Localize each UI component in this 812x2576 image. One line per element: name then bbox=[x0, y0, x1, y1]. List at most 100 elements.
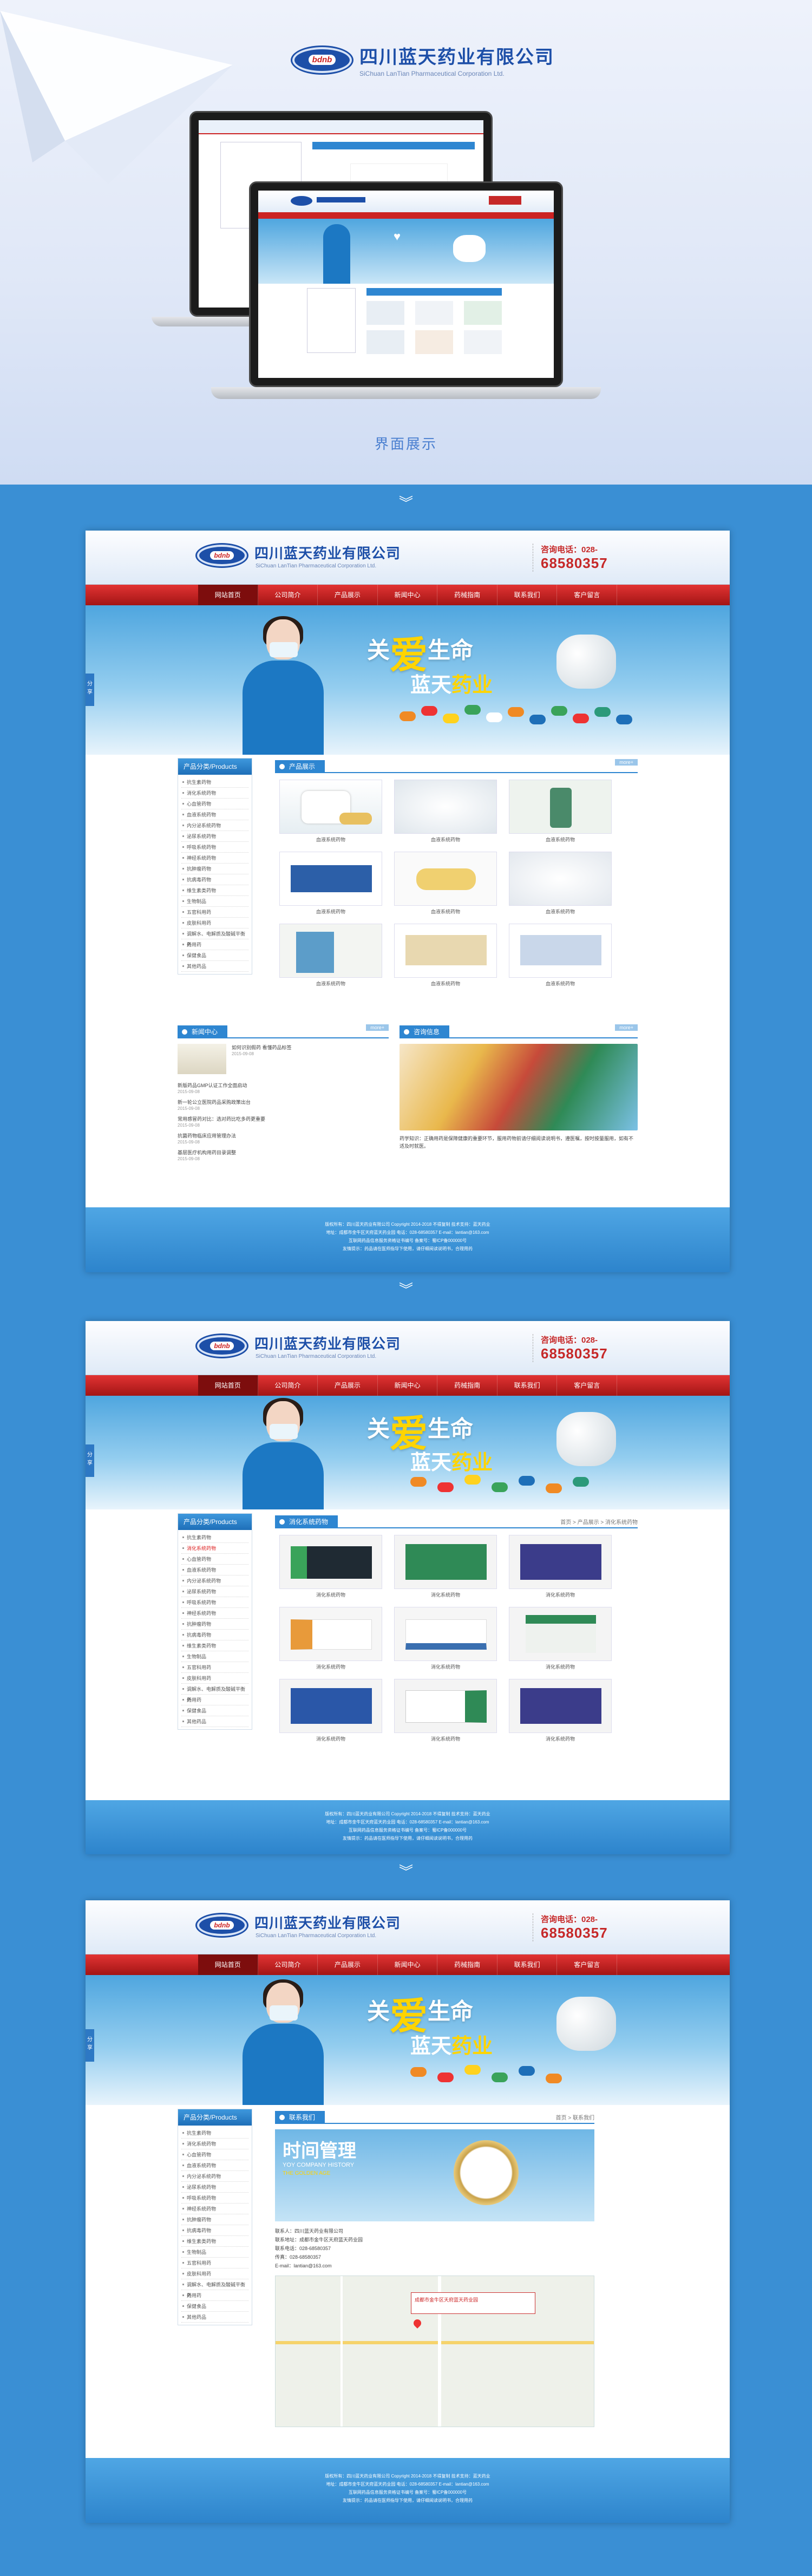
product-card[interactable]: 血液系统药物 bbox=[509, 780, 612, 845]
sidebar-item[interactable]: 抗肿瘤药物 bbox=[181, 2214, 248, 2225]
more-link[interactable]: more+ bbox=[366, 1024, 389, 1031]
news-thumbnail[interactable] bbox=[178, 1044, 226, 1074]
nav-home[interactable]: 网站首页 bbox=[198, 1954, 258, 1975]
sidebar-item[interactable]: 消化系统药物 bbox=[181, 788, 248, 799]
sidebar-item[interactable]: 心血管药物 bbox=[181, 799, 248, 809]
product-card[interactable]: 消化系统药物 bbox=[394, 1535, 497, 1600]
sidebar-item[interactable]: 外用药 bbox=[181, 2290, 248, 2301]
product-card[interactable]: 消化系统药物 bbox=[394, 1679, 497, 1744]
sidebar-item[interactable]: 神经系统药物 bbox=[181, 1608, 248, 1619]
share-tab[interactable]: 分享 bbox=[86, 674, 94, 706]
product-card[interactable]: 消化系统药物 bbox=[279, 1607, 382, 1672]
sidebar-item[interactable]: 皮肤科用药 bbox=[181, 1673, 248, 1684]
more-link[interactable]: more+ bbox=[615, 1024, 638, 1031]
nav-products[interactable]: 产品展示 bbox=[318, 1954, 378, 1975]
nav-guide[interactable]: 药械指南 bbox=[437, 585, 497, 605]
sidebar-item[interactable]: 抗生素药物 bbox=[181, 1532, 248, 1543]
sidebar-item[interactable]: 心血管药物 bbox=[181, 1554, 248, 1565]
product-card[interactable]: 血液系统药物 bbox=[279, 924, 382, 989]
product-card[interactable]: 消化系统药物 bbox=[509, 1535, 612, 1600]
sidebar-item[interactable]: 抗生素药物 bbox=[181, 2128, 248, 2139]
sidebar-item[interactable]: 其他药品 bbox=[181, 961, 248, 972]
sidebar-item[interactable]: 保健食品 bbox=[181, 1705, 248, 1716]
news-headline[interactable]: 新版药品GMP认证工作全面启动 bbox=[178, 1082, 389, 1089]
product-card[interactable]: 消化系统药物 bbox=[279, 1679, 382, 1744]
sidebar-item[interactable]: 呼吸系统药物 bbox=[181, 2193, 248, 2204]
sidebar-item[interactable]: 呼吸系统药物 bbox=[181, 1597, 248, 1608]
sidebar-item[interactable]: 神经系统药物 bbox=[181, 2204, 248, 2214]
sidebar-item[interactable]: 抗病毒药物 bbox=[181, 1630, 248, 1640]
news-headline[interactable]: 抗菌药物临床应用管理办法 bbox=[178, 1132, 389, 1140]
sidebar-item[interactable]: 泌尿系统药物 bbox=[181, 831, 248, 842]
nav-message[interactable]: 客户留言 bbox=[557, 1375, 618, 1396]
product-card[interactable]: 血液系统药物 bbox=[509, 924, 612, 989]
news-headline[interactable]: 常用感冒药对比：选对药比吃多药更重要 bbox=[178, 1115, 389, 1123]
nav-products[interactable]: 产品展示 bbox=[318, 1375, 378, 1396]
sidebar-item[interactable]: 抗肿瘤药物 bbox=[181, 1619, 248, 1630]
nav-message[interactable]: 客户留言 bbox=[557, 585, 618, 605]
sidebar-item[interactable]: 消化系统药物 bbox=[181, 2139, 248, 2149]
nav-news[interactable]: 新闻中心 bbox=[378, 585, 438, 605]
sidebar-item[interactable]: 血液系统药物 bbox=[181, 1565, 248, 1575]
sidebar-item[interactable]: 血液系统药物 bbox=[181, 809, 248, 820]
news-headline[interactable]: 如何识别假药 看懂药品标签 bbox=[232, 1044, 292, 1051]
sidebar-item[interactable]: 调解水、电解质及酸碱平衡药 bbox=[181, 1684, 248, 1703]
sidebar-item[interactable]: 五官科用药 bbox=[181, 907, 248, 918]
sidebar-item[interactable]: 保健食品 bbox=[181, 950, 248, 961]
sidebar-item[interactable]: 皮肤科用药 bbox=[181, 918, 248, 929]
sidebar-item[interactable]: 其他药品 bbox=[181, 2312, 248, 2323]
nav-contact[interactable]: 联系我们 bbox=[497, 1954, 558, 1975]
sidebar-item[interactable]: 抗病毒药物 bbox=[181, 874, 248, 885]
sidebar-item[interactable]: 维生素类药物 bbox=[181, 1640, 248, 1651]
product-card[interactable]: 消化系统药物 bbox=[509, 1679, 612, 1744]
nav-news[interactable]: 新闻中心 bbox=[378, 1954, 438, 1975]
nav-guide[interactable]: 药械指南 bbox=[437, 1375, 497, 1396]
sidebar-item[interactable]: 皮肤科用药 bbox=[181, 2268, 248, 2279]
share-tab[interactable]: 分享 bbox=[86, 2029, 94, 2062]
product-card[interactable]: 消化系统药物 bbox=[279, 1535, 382, 1600]
nav-home[interactable]: 网站首页 bbox=[198, 1375, 258, 1396]
sidebar-item[interactable]: 外用药 bbox=[181, 1695, 248, 1705]
sidebar-item[interactable]: 调解水、电解质及酸碱平衡药 bbox=[181, 2279, 248, 2298]
nav-about[interactable]: 公司简介 bbox=[258, 1954, 318, 1975]
sidebar-item[interactable]: 内分泌系统药物 bbox=[181, 1575, 248, 1586]
sidebar-item[interactable]: 神经系统药物 bbox=[181, 853, 248, 864]
product-card[interactable]: 血液系统药物 bbox=[279, 852, 382, 917]
sidebar-item[interactable]: 保健食品 bbox=[181, 2301, 248, 2312]
sidebar-item[interactable]: 生物制品 bbox=[181, 1651, 248, 1662]
news-headline[interactable]: 新一轮公立医院药品采购政策出台 bbox=[178, 1099, 389, 1106]
sidebar-item[interactable]: 生物制品 bbox=[181, 2247, 248, 2258]
sidebar-item[interactable]: 调解水、电解质及酸碱平衡药 bbox=[181, 929, 248, 947]
nav-about[interactable]: 公司简介 bbox=[258, 1375, 318, 1396]
company-logo[interactable]: bdnb bbox=[197, 1914, 247, 1936]
contact-email[interactable]: E-mail：lantian@163.com bbox=[275, 2261, 594, 2270]
company-logo[interactable]: bdnb bbox=[197, 1335, 247, 1357]
more-link[interactable]: more+ bbox=[615, 759, 638, 766]
sidebar-item[interactable]: 抗肿瘤药物 bbox=[181, 864, 248, 874]
sidebar-item[interactable]: 外用药 bbox=[181, 939, 248, 950]
location-map[interactable]: 成都市金牛区天府蓝天药业园 bbox=[275, 2276, 594, 2427]
sidebar-item[interactable]: 心血管药物 bbox=[181, 2149, 248, 2160]
product-card[interactable]: 血液系统药物 bbox=[394, 924, 497, 989]
nav-news[interactable]: 新闻中心 bbox=[378, 1375, 438, 1396]
nav-products[interactable]: 产品展示 bbox=[318, 585, 378, 605]
sidebar-item[interactable]: 泌尿系统药物 bbox=[181, 2182, 248, 2193]
product-card[interactable]: 消化系统药物 bbox=[394, 1607, 497, 1672]
sidebar-item[interactable]: 呼吸系统药物 bbox=[181, 842, 248, 853]
nav-home[interactable]: 网站首页 bbox=[198, 585, 258, 605]
nav-about[interactable]: 公司简介 bbox=[258, 585, 318, 605]
sidebar-item[interactable]: 维生素类药物 bbox=[181, 885, 248, 896]
sidebar-item[interactable]: 泌尿系统药物 bbox=[181, 1586, 248, 1597]
product-card[interactable]: 血液系统药物 bbox=[279, 780, 382, 845]
sidebar-item[interactable]: 抗病毒药物 bbox=[181, 2225, 248, 2236]
sidebar-item[interactable]: 其他药品 bbox=[181, 1716, 248, 1727]
nav-guide[interactable]: 药械指南 bbox=[437, 1954, 497, 1975]
product-card[interactable]: 血液系统药物 bbox=[394, 780, 497, 845]
sidebar-item[interactable]: 生物制品 bbox=[181, 896, 248, 907]
sidebar-item[interactable]: 内分泌系统药物 bbox=[181, 820, 248, 831]
product-card[interactable]: 血液系统药物 bbox=[509, 852, 612, 917]
product-card[interactable]: 血液系统药物 bbox=[394, 852, 497, 917]
sidebar-item[interactable]: 内分泌系统药物 bbox=[181, 2171, 248, 2182]
sidebar-item[interactable]: 维生素类药物 bbox=[181, 2236, 248, 2247]
nav-message[interactable]: 客户留言 bbox=[557, 1954, 618, 1975]
